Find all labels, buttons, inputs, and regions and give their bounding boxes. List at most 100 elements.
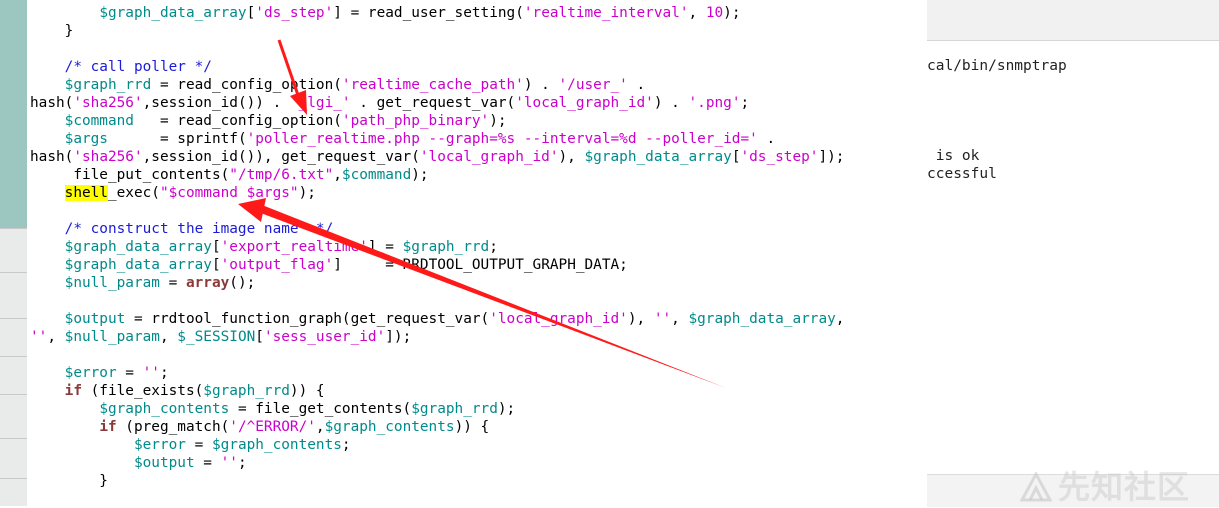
code-line: $error = ''; (30, 364, 169, 382)
code-token: $null_param (64, 275, 160, 291)
code-token: 'sha256' (73, 95, 143, 111)
code-token: ; (159, 365, 169, 381)
background-left-strip (0, 0, 27, 506)
code-line: } (30, 472, 108, 490)
code-line: $command = read_config_option('path_php_… (30, 112, 507, 130)
code-token: $graph_contents (211, 437, 342, 453)
code-token: ; (237, 455, 247, 471)
code-token: , (835, 311, 845, 327)
code-token: $graph_data_array (64, 239, 212, 255)
background-text-line: cal/bin/snmptrap (927, 58, 1067, 74)
code-token: = sprintf( (107, 131, 247, 147)
code-token: $graph_rrd (64, 77, 152, 93)
desktop-teal-area (0, 0, 27, 228)
code-token: $null_param (64, 329, 160, 345)
code-token: 'local_graph_id' (419, 149, 559, 165)
code-line: $null_param = array(); (30, 274, 256, 292)
code-token: /* construct the image name */ (64, 221, 334, 237)
code-token: array (185, 275, 230, 291)
code-token: 'sess_user_id' (263, 329, 386, 345)
code-token: ); (723, 5, 741, 21)
code-line: $graph_contents = file_get_contents($gra… (30, 400, 515, 418)
background-text-line: is ok (927, 148, 980, 164)
code-token: $output (64, 311, 126, 327)
code-token: '/^ERROR/' (229, 419, 316, 435)
code-token: [ (255, 329, 264, 345)
code-token: '_lgi_' (289, 95, 351, 111)
code-token: = (185, 437, 212, 453)
code-token: 'local_graph_id' (489, 311, 628, 327)
code-line: $output = ''; (30, 454, 247, 472)
code-token: [ (211, 239, 221, 255)
code-token: (file_exists( (81, 383, 204, 399)
code-token: } (30, 23, 74, 39)
code-token: ) . (523, 77, 559, 93)
code-token: , (688, 5, 706, 21)
code-token: if (99, 419, 117, 435)
code-token: hash( (30, 95, 74, 111)
code-line: $args = sprintf('poller_realtime.php --g… (30, 130, 775, 148)
code-token: ] = RRDTOOL_OUTPUT_GRAPH_DATA; (333, 257, 628, 273)
code-token: shell (64, 185, 108, 201)
code-token: ,session_id()), get_request_var( (142, 149, 420, 165)
code-token: ), (627, 311, 654, 327)
code-token: ); (298, 185, 316, 201)
code-token: $graph_rrd (411, 401, 498, 417)
background-text-line: ccessful (927, 166, 997, 182)
code-token: ; (341, 437, 351, 453)
divider (0, 356, 27, 357)
code-token: "/tmp/6.txt" (229, 167, 334, 183)
code-token: '/user_' (558, 77, 628, 93)
code-token: [ (211, 257, 221, 273)
code-token: _exec( (107, 185, 160, 201)
code-token: $graph_data_array (99, 5, 247, 21)
code-token: 'local_graph_id' (515, 95, 654, 111)
code-line: } (30, 22, 74, 40)
code-token: = (194, 455, 221, 471)
code-token: $graph_rrd (402, 239, 490, 255)
divider (0, 478, 27, 479)
code-token: ), (558, 149, 585, 165)
code-token: (preg_match( (116, 419, 230, 435)
divider (0, 272, 27, 273)
code-token: 'poller_realtime.php --graph=%s --interv… (246, 131, 758, 147)
code-token: '.png' (688, 95, 741, 111)
code-token: ) . (653, 95, 689, 111)
code-token: $output (133, 455, 195, 471)
code-token: $graph_contents (99, 401, 230, 417)
code-token: = read_config_option( (133, 113, 342, 129)
code-token: [ (246, 5, 256, 21)
code-line: shell_exec("$command $args"); (30, 184, 316, 202)
code-token: ]); (818, 149, 845, 165)
code-token: = rrdtool_function_graph(get_request_var… (125, 311, 490, 327)
code-token: (); (229, 275, 256, 291)
background-terminal-window: cal/bin/snmptrap is ok ccessful (927, 0, 1219, 507)
code-token: = read_config_option( (151, 77, 342, 93)
code-token: )) { (289, 383, 325, 399)
code-token: $graph_data_array (584, 149, 732, 165)
code-line: hash('sha256',session_id()) . '_lgi_' . … (30, 94, 749, 112)
code-token: ,session_id()) . (142, 95, 290, 111)
watermark-logo-icon (1020, 472, 1052, 502)
code-line: /* call poller */ (30, 58, 212, 76)
code-token: $graph_data_array (688, 311, 836, 327)
code-token: $_SESSION (177, 329, 256, 345)
code-token: = (116, 365, 143, 381)
code-token: ; (740, 95, 750, 111)
code-token: . get_request_var( (350, 95, 516, 111)
code-token: hash( (30, 149, 74, 165)
code-line: $graph_data_array['export_realtime'] = $… (30, 238, 498, 256)
code-token: ]); (385, 329, 412, 345)
code-token: $graph_data_array (64, 257, 212, 273)
code-token: if (64, 383, 82, 399)
code-editor[interactable]: $graph_data_array['ds_step'] = read_user… (27, 0, 927, 506)
